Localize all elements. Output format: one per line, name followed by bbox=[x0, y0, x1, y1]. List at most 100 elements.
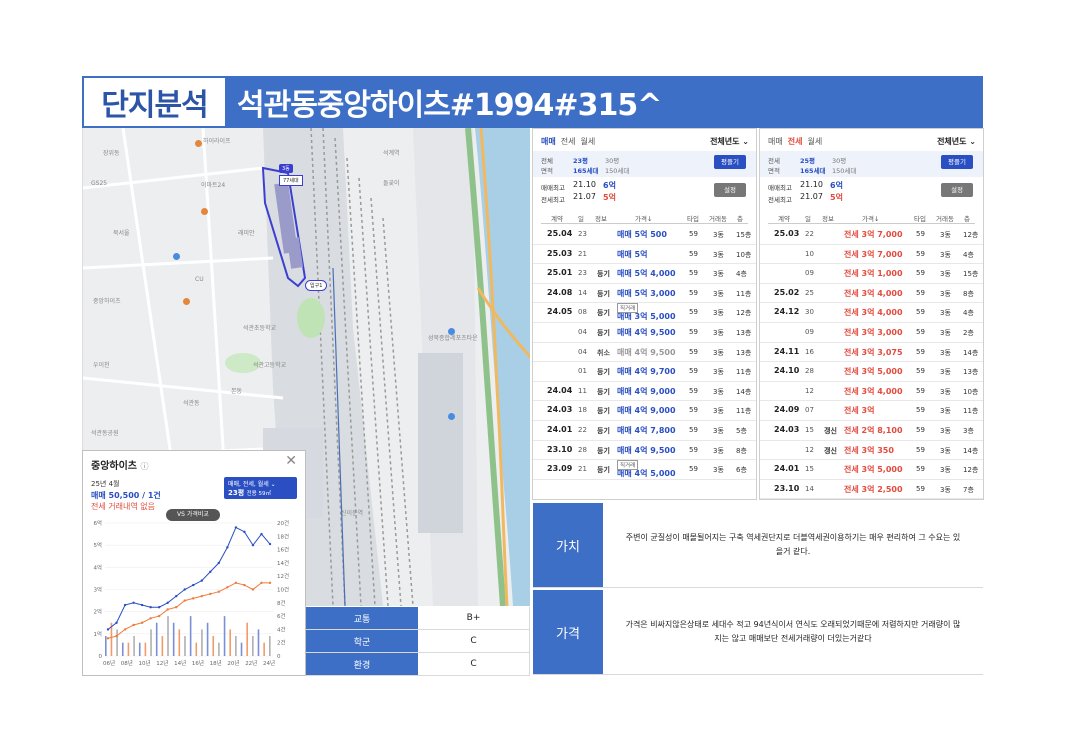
transaction-row[interactable]: 24.09 07 전세 3억 59 3동 11층 bbox=[760, 401, 983, 421]
volume-bar bbox=[144, 642, 147, 656]
transaction-row[interactable]: 24.11 16 전세 3억 3,075 59 3동 14층 bbox=[760, 343, 983, 363]
row-building: 3동 bbox=[713, 289, 724, 298]
col-header: 층 bbox=[737, 215, 743, 223]
map-label: 북서울 bbox=[113, 230, 130, 237]
row-floor: 13층 bbox=[963, 368, 979, 377]
x-tick-label: 08년 bbox=[121, 659, 133, 667]
row-price: 전세 3억 3,075 bbox=[844, 347, 903, 357]
transaction-row[interactable]: 25.01 23 등기 매매 5억 4,000 59 3동 4층 bbox=[533, 264, 756, 284]
col-header[interactable]: 가격↓ bbox=[635, 213, 652, 223]
poi-marker[interactable] bbox=[448, 328, 455, 335]
max-date: 21.07 bbox=[573, 192, 596, 201]
transaction-row[interactable]: 04 등기 매매 4억 9,500 59 3동 13층 bbox=[533, 323, 756, 343]
row-floor: 15층 bbox=[736, 231, 752, 239]
row-building: 3동 bbox=[713, 250, 724, 259]
tab-monthly[interactable]: 월세 bbox=[580, 137, 595, 146]
info-label: 면적 bbox=[768, 167, 780, 175]
info-value[interactable]: 30평 bbox=[605, 155, 619, 165]
row-building: 3동 bbox=[713, 407, 724, 416]
area-toggle-button[interactable]: 평플기 bbox=[941, 155, 973, 169]
transaction-row[interactable]: 24.03 15 갱신 전세 2억 8,100 59 3동 3층 bbox=[760, 421, 983, 441]
transaction-row[interactable]: 23.09 21 등기 매매 4억 5,000 59 3동 6층 직거래 bbox=[533, 460, 756, 480]
max-price: 5억 bbox=[603, 193, 616, 202]
entrance-badge[interactable]: 입구1 bbox=[305, 280, 328, 291]
tab-sale[interactable]: 매매 bbox=[541, 137, 556, 146]
row-building: 3동 bbox=[940, 485, 951, 494]
row-day: 07 bbox=[805, 406, 814, 415]
row-floor: 13층 bbox=[736, 348, 752, 357]
transaction-row[interactable]: 25.04 23 매매 5억 500 59 3동 15층 bbox=[533, 225, 756, 245]
series-point bbox=[268, 542, 272, 546]
transaction-row[interactable]: 24.01 22 등기 매매 4억 7,800 59 3동 5층 bbox=[533, 421, 756, 441]
row-info: 등기 bbox=[597, 289, 610, 298]
transaction-row[interactable]: 09 전세 3억 3,000 59 3동 2층 bbox=[760, 323, 983, 343]
transaction-row[interactable]: 25.03 22 전세 3억 7,000 59 3동 12층 bbox=[760, 225, 983, 245]
row-contract-month: 24.01 bbox=[547, 425, 573, 434]
map-label: 이마트24 bbox=[201, 182, 226, 189]
page: 단지분석 석관동중앙하이츠#1994#315^ 하이라이프 래미안 석관초등학교… bbox=[0, 0, 1066, 753]
building-badge[interactable]: 3동 bbox=[279, 164, 293, 173]
transaction-row[interactable]: 25.03 21 매매 5억 59 3동 10층 bbox=[533, 245, 756, 265]
transaction-row[interactable]: 25.02 25 전세 3억 4,000 59 3동 8층 bbox=[760, 284, 983, 304]
row-floor: 8층 bbox=[736, 446, 747, 455]
poi-marker[interactable] bbox=[173, 253, 180, 260]
tab-jeonse[interactable]: 전세 bbox=[561, 137, 576, 146]
volume-bar bbox=[167, 616, 169, 656]
series-point bbox=[140, 603, 144, 607]
row-day: 15 bbox=[805, 426, 814, 434]
settings-button[interactable]: 설정 bbox=[941, 183, 973, 197]
year-dropdown[interactable]: 전체년도 ⌄ bbox=[937, 136, 976, 147]
transaction-row[interactable]: 23.10 14 전세 3억 2,500 59 3동 7층 bbox=[760, 480, 983, 499]
transaction-row[interactable]: 04 취소 매매 4억 9,500 59 3동 13층 bbox=[533, 343, 756, 363]
transaction-row[interactable]: 23.10 28 등기 매매 4억 9,500 59 3동 8층 bbox=[533, 441, 756, 461]
y2-tick-label: 20건 bbox=[277, 520, 289, 527]
transaction-row[interactable]: 12 전세 3억 4,000 59 3동 10층 bbox=[760, 382, 983, 402]
y-tick-label: 0 bbox=[99, 654, 103, 660]
y2-tick-label: 10건 bbox=[277, 587, 289, 594]
volume-bar bbox=[150, 629, 152, 656]
col-header[interactable]: 가격↓ bbox=[862, 213, 879, 223]
transaction-row[interactable]: 24.01 15 전세 3억 5,000 59 3동 12층 bbox=[760, 460, 983, 480]
col-header: 거래동 bbox=[936, 215, 954, 223]
transaction-row[interactable]: 10 전세 3억 7,000 59 3동 4층 bbox=[760, 245, 983, 265]
volume-bar bbox=[218, 642, 220, 656]
info-value[interactable]: 30평 bbox=[832, 155, 846, 165]
transaction-row[interactable]: 24.12 30 전세 3억 4,000 59 3동 4층 bbox=[760, 303, 983, 323]
transaction-row[interactable]: 24.04 11 등기 매매 4억 9,000 59 3동 14층 bbox=[533, 382, 756, 402]
row-type: 59 bbox=[689, 249, 698, 258]
transaction-row[interactable]: 01 등기 매매 4억 9,700 59 3동 11층 bbox=[533, 362, 756, 382]
row-floor: 11층 bbox=[736, 289, 752, 298]
row-building: 3동 bbox=[940, 387, 951, 396]
transaction-row[interactable]: 09 전세 3억 1,000 59 3동 15층 bbox=[760, 264, 983, 284]
tab-sale[interactable]: 매매 bbox=[768, 137, 783, 146]
transaction-row[interactable]: 12 갱신 전세 3억 350 59 3동 14층 bbox=[760, 441, 983, 461]
map-label: 석관고등학교 bbox=[253, 362, 287, 369]
info-value[interactable]: 25평 bbox=[800, 155, 815, 165]
tab-monthly[interactable]: 월세 bbox=[807, 137, 822, 146]
settings-button[interactable]: 설정 bbox=[714, 183, 746, 197]
poi-marker[interactable] bbox=[448, 413, 455, 420]
row-building: 3동 bbox=[713, 446, 724, 455]
series-point bbox=[260, 581, 263, 585]
volume-bar bbox=[206, 622, 209, 656]
row-type: 59 bbox=[916, 484, 925, 493]
tab-jeonse[interactable]: 전세 bbox=[788, 137, 803, 146]
row-contract-month: 24.01 bbox=[774, 464, 800, 474]
row-day: 30 bbox=[805, 308, 814, 317]
y2-tick-label: 14건 bbox=[277, 560, 289, 567]
area-toggle-button[interactable]: 평플기 bbox=[714, 155, 746, 169]
row-price: 매매 5억 4,000 bbox=[617, 269, 676, 279]
transaction-row[interactable]: 24.05 08 등기 매매 3억 5,000 59 3동 12층 직거래 bbox=[533, 303, 756, 323]
info-value[interactable]: 23평 bbox=[573, 155, 588, 165]
poi-marker[interactable] bbox=[183, 298, 190, 305]
poi-marker[interactable] bbox=[201, 208, 208, 215]
map-label: 석관초등학교 bbox=[243, 325, 277, 332]
transaction-row[interactable]: 24.03 18 등기 매매 4억 9,000 59 3동 11층 bbox=[533, 401, 756, 421]
transaction-row[interactable]: 24.10 28 전세 3억 5,000 59 3동 13층 bbox=[760, 362, 983, 382]
transaction-row[interactable]: 24.08 14 등기 매매 5억 3,000 59 3동 11층 bbox=[533, 284, 756, 304]
year-dropdown[interactable]: 전체년도 ⌄ bbox=[710, 136, 749, 147]
poi-marker[interactable] bbox=[195, 140, 202, 147]
row-price: 전세 3억 5,000 bbox=[844, 465, 903, 475]
row-contract-month: 24.12 bbox=[774, 307, 800, 317]
volume-bar bbox=[172, 622, 175, 656]
